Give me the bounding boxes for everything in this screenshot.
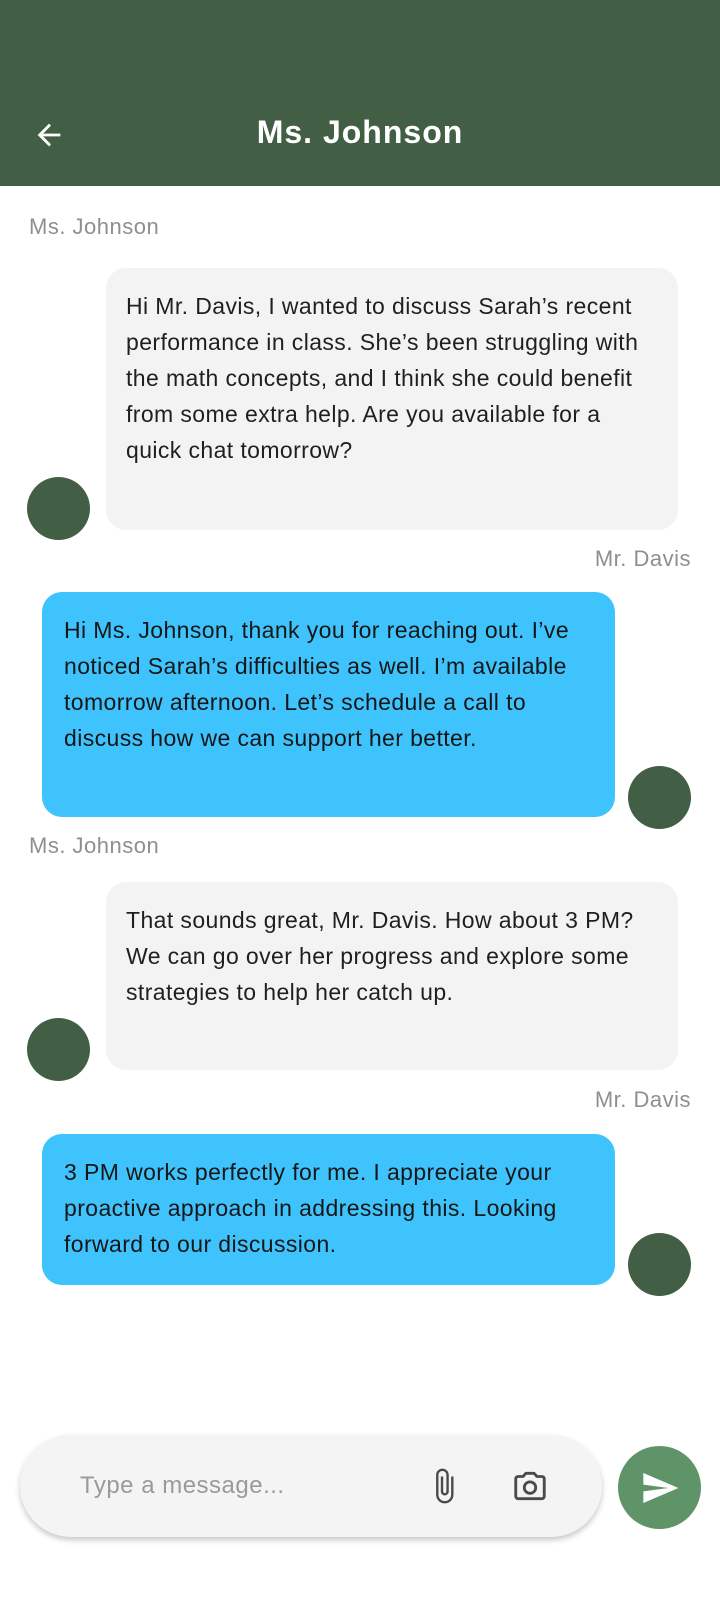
- outgoing-message-bubble: 3 PM works perfectly for me. I appreciat…: [42, 1134, 615, 1285]
- message-sender-label: Ms. Johnson: [29, 214, 160, 239]
- avatar: [628, 1233, 691, 1296]
- send-button[interactable]: [618, 1446, 701, 1529]
- incoming-message-bubble: Hi Mr. Davis, I wanted to discuss Sarah’…: [106, 268, 678, 530]
- message-sender-label: Mr. Davis: [594, 546, 691, 571]
- outgoing-message-bubble: Hi Ms. Johnson, thank you for reaching o…: [42, 592, 615, 817]
- avatar: [27, 477, 90, 540]
- message-sender-label: Mr. Davis: [594, 1087, 691, 1112]
- camera-button[interactable]: [506, 1462, 554, 1510]
- message-sender-label: Ms. Johnson: [29, 833, 160, 858]
- message-composer: [20, 1435, 602, 1537]
- attach-button[interactable]: [420, 1462, 468, 1510]
- camera-icon: [514, 1471, 546, 1501]
- send-icon: [642, 1472, 678, 1503]
- incoming-message-bubble: That sounds great, Mr. Davis. How about …: [106, 882, 678, 1070]
- avatar: [27, 1018, 90, 1081]
- message-input[interactable]: [78, 1465, 412, 1507]
- page-title: Ms. Johnson: [256, 114, 464, 150]
- paperclip-icon: [436, 1468, 454, 1504]
- app-bar: Ms. Johnson: [0, 0, 720, 186]
- avatar: [628, 766, 691, 829]
